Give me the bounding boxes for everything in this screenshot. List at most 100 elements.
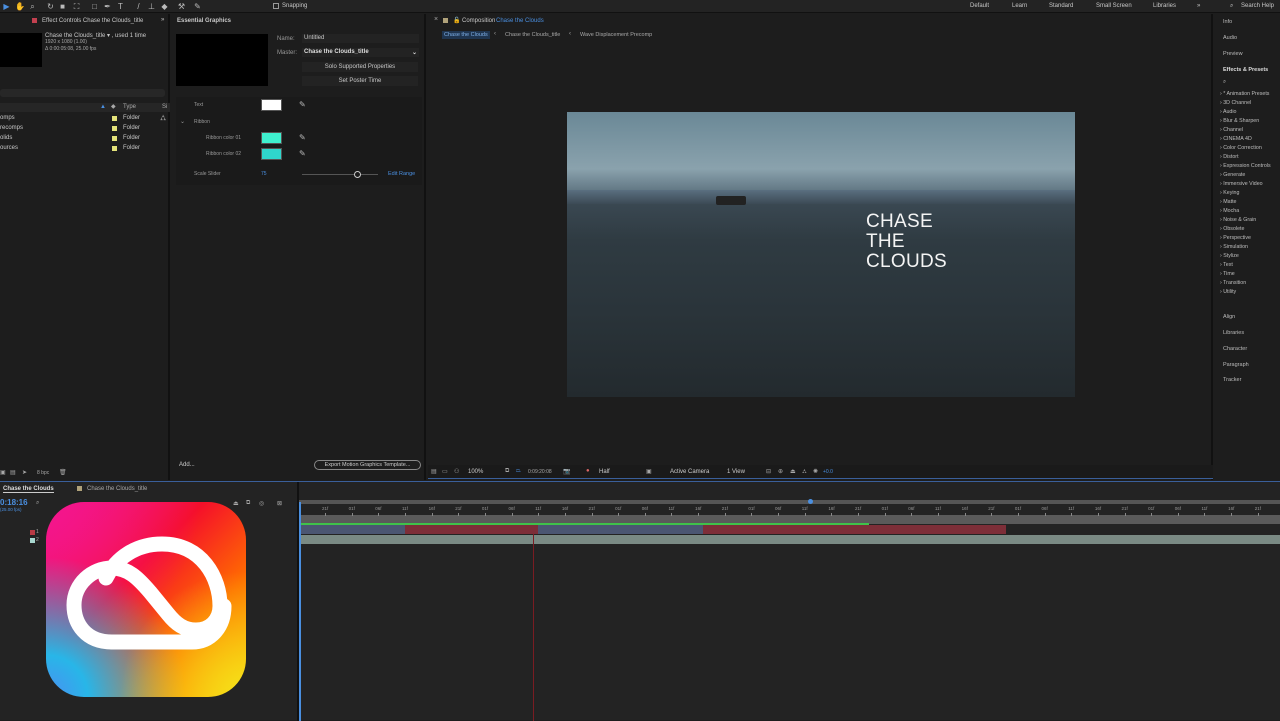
brush-tool-icon[interactable]: /: [134, 2, 143, 11]
panel-effects-presets[interactable]: Effects & Presets: [1223, 67, 1268, 73]
effect-category[interactable]: › Text: [1220, 262, 1233, 268]
scale-slider-thumb[interactable]: [354, 171, 361, 178]
exposure-value[interactable]: +0.0: [823, 469, 833, 475]
motion-blur-icon[interactable]: ◎: [259, 500, 264, 507]
search-icon[interactable]: ⌕: [1230, 3, 1233, 10]
effect-category[interactable]: › Matte: [1220, 199, 1236, 205]
workspace-standard[interactable]: Standard: [1049, 3, 1073, 9]
project-search-input[interactable]: [0, 89, 165, 97]
current-time[interactable]: 0:09:20:08: [528, 469, 552, 475]
timeline-search-icon[interactable]: ⌕: [36, 500, 39, 507]
new-folder-icon[interactable]: ▣: [0, 469, 6, 476]
panel-audio[interactable]: Audio: [1223, 35, 1237, 41]
zoom-dropdown[interactable]: 100%: [468, 469, 483, 475]
panel-preview[interactable]: Preview: [1223, 51, 1243, 57]
export-mogrt-button[interactable]: Export Motion Graphics Template...: [314, 460, 421, 470]
trash-icon[interactable]: 🗑: [59, 469, 67, 476]
flowchart-icon[interactable]: ⛼: [802, 468, 807, 476]
list-item[interactable]: recomps Folder: [0, 124, 170, 134]
eraser-tool-icon[interactable]: ◆: [160, 2, 169, 11]
fit-icon[interactable]: ⧉: [505, 468, 509, 475]
color-channels-icon[interactable]: ●: [586, 468, 590, 474]
rotate-tool-icon[interactable]: ↻: [46, 2, 55, 11]
layer-bar[interactable]: [299, 525, 405, 534]
work-area-bar[interactable]: [299, 500, 1280, 504]
effect-category[interactable]: › Mocha: [1220, 208, 1239, 214]
effect-category[interactable]: › Immersive Video: [1220, 181, 1263, 187]
camera-dropdown[interactable]: Active Camera: [670, 469, 709, 475]
snapshot-icon[interactable]: 📷: [563, 468, 570, 475]
effect-category[interactable]: › * Animation Presets: [1220, 91, 1269, 97]
flowchart-icon[interactable]: ⛼: [160, 113, 166, 123]
layer-bar[interactable]: [405, 525, 538, 534]
mask-icon[interactable]: ⚇: [454, 468, 459, 475]
effect-category[interactable]: › Transition: [1220, 280, 1246, 286]
workspace-default[interactable]: Default: [970, 3, 989, 9]
effect-category[interactable]: › Color Correction: [1220, 145, 1262, 151]
edit-range-link[interactable]: Edit Range: [388, 171, 415, 177]
tab-effect-controls[interactable]: Effect Controls Chase the Clouds_title: [42, 18, 143, 24]
column-type[interactable]: Type: [123, 104, 136, 110]
timeline-icon[interactable]: ⏏: [790, 468, 796, 475]
ribbon-color-02-swatch[interactable]: [261, 148, 282, 160]
panel-align[interactable]: Align: [1223, 314, 1235, 320]
column-size[interactable]: Si: [162, 104, 167, 110]
tab-timeline-title[interactable]: Chase the Clouds_title: [87, 486, 147, 492]
panel-paragraph[interactable]: Paragraph: [1223, 362, 1249, 368]
layer-bar[interactable]: [703, 525, 1006, 534]
panel-info[interactable]: Info: [1223, 19, 1232, 25]
rectangle-tool-icon[interactable]: □: [90, 2, 99, 11]
eyedropper-icon[interactable]: ✎: [299, 149, 306, 158]
add-dropdown[interactable]: Add...: [179, 462, 195, 468]
effect-category[interactable]: › Time: [1220, 271, 1235, 277]
clone-tool-icon[interactable]: ⊥: [147, 2, 156, 11]
panel-character[interactable]: Character: [1223, 346, 1247, 352]
transparency-grid-icon[interactable]: ▣: [646, 468, 652, 475]
effect-category[interactable]: › 3D Channel: [1220, 100, 1251, 106]
frame-blend-icon[interactable]: ⧉: [246, 500, 250, 507]
roto-tool-icon[interactable]: ⚒: [177, 2, 186, 11]
solo-supported-properties-button[interactable]: Solo Supported Properties: [302, 62, 418, 72]
exposure-icon[interactable]: ✺: [813, 468, 818, 475]
playhead[interactable]: [299, 502, 301, 721]
workspace-libraries[interactable]: Libraries: [1153, 3, 1176, 9]
eyedropper-icon[interactable]: ✎: [299, 100, 306, 109]
zoom-tool-icon[interactable]: ⌕: [28, 2, 37, 11]
work-area-end-handle[interactable]: [808, 499, 813, 504]
breadcrumb-chase-the-clouds[interactable]: Chase the Clouds: [442, 31, 490, 39]
region-of-interest-icon[interactable]: ⏢: [516, 468, 521, 475]
always-preview-icon[interactable]: ▤: [431, 468, 437, 475]
workspace-learn[interactable]: Learn: [1012, 3, 1027, 9]
effect-category[interactable]: › Obsolete: [1220, 226, 1244, 232]
ribbon-color-01-swatch[interactable]: [261, 132, 282, 144]
tab-timeline-chase-the-clouds[interactable]: Chase the Clouds: [3, 486, 54, 493]
search-help[interactable]: Search Help: [1241, 3, 1274, 9]
scale-slider-track[interactable]: [302, 174, 378, 175]
master-dropdown[interactable]: Chase the Clouds_title ⌄: [302, 48, 419, 57]
effect-category[interactable]: › Blur & Sharpen: [1220, 118, 1259, 124]
effect-category[interactable]: › Stylize: [1220, 253, 1239, 259]
panel-libraries[interactable]: Libraries: [1223, 330, 1244, 336]
list-item[interactable]: ources Folder: [0, 144, 170, 154]
views-dropdown[interactable]: 1 View: [727, 469, 745, 475]
graph-editor-icon[interactable]: ⊠: [277, 500, 282, 507]
more-workspaces-icon[interactable]: »: [1197, 3, 1200, 9]
scale-slider-value[interactable]: 75: [261, 171, 267, 177]
effects-search-icon[interactable]: ⌕: [1223, 79, 1226, 86]
tab-composition[interactable]: Chase the Clouds: [496, 18, 544, 24]
selection-tool-icon[interactable]: ▶: [2, 2, 11, 11]
text-color-swatch[interactable]: [261, 99, 282, 111]
effect-category[interactable]: › Audio: [1220, 109, 1237, 115]
hand-tool-icon[interactable]: ✋: [15, 2, 25, 11]
set-poster-time-button[interactable]: Set Poster Time: [302, 76, 418, 86]
resolution-dropdown[interactable]: Half: [599, 469, 610, 475]
workspace-small-screen[interactable]: Small Screen: [1096, 3, 1132, 9]
pan-behind-tool-icon[interactable]: ⛶: [72, 2, 81, 11]
effect-category[interactable]: › Noise & Grain: [1220, 217, 1256, 223]
toggle-pixel-icon[interactable]: ⊟: [766, 468, 771, 475]
panel-tracker[interactable]: Tracker: [1223, 377, 1241, 383]
reset-exposure-icon[interactable]: ⊕: [778, 468, 783, 475]
timeline-timecode[interactable]: 0:18:16: [0, 498, 28, 507]
pen-tool-icon[interactable]: ✒: [103, 2, 112, 11]
panel-expand-icon[interactable]: »: [161, 17, 164, 23]
